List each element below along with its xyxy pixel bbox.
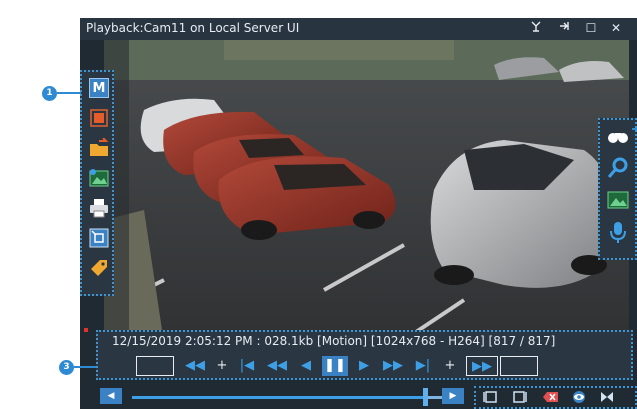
- search-icon[interactable]: [606, 156, 630, 180]
- close-icon[interactable]: ✕: [608, 20, 624, 36]
- fast-back-button[interactable]: ◀◀: [264, 356, 290, 376]
- seek-forward-button[interactable]: ▶: [442, 388, 464, 404]
- right-toolbar: [598, 118, 637, 260]
- screenshot-stage: Playback:Cam11 on Local Server UI ☐ ✕ ❚❚: [0, 0, 637, 409]
- forward-button[interactable]: ▶▶: [466, 356, 498, 376]
- playback-controls: 12/15/2019 2:05:12 PM : 028.1kb [Motion]…: [96, 330, 633, 380]
- callout-2-line: [632, 128, 637, 130]
- microphone-icon[interactable]: [606, 220, 630, 244]
- window-title: Playback:Cam11 on Local Server UI: [86, 21, 300, 35]
- eye-icon[interactable]: [570, 390, 588, 406]
- left-toolbar: M: [80, 70, 114, 296]
- seek-fill: [132, 396, 426, 399]
- speed-plus-button[interactable]: +: [214, 356, 230, 376]
- pin-icon[interactable]: [528, 20, 544, 36]
- seek-back-button[interactable]: ◀: [100, 388, 122, 404]
- seek-track[interactable]: [132, 396, 458, 399]
- motion-m-label: M: [92, 81, 106, 96]
- stop-record-icon[interactable]: [89, 108, 109, 128]
- expand-icon[interactable]: [598, 390, 616, 406]
- pause-button[interactable]: ❚❚: [322, 356, 348, 376]
- delete-icon[interactable]: [542, 390, 560, 406]
- image-icon[interactable]: [606, 188, 630, 212]
- callout-1: 1: [42, 86, 57, 101]
- title-bar: Playback:Cam11 on Local Server UI ☐ ✕ ❚❚: [80, 18, 637, 56]
- video-feed[interactable]: [104, 40, 629, 343]
- snapshot-image-icon[interactable]: [89, 168, 109, 188]
- record-indicator: [84, 328, 88, 332]
- maximize-icon[interactable]: ☐: [583, 20, 599, 36]
- fast-forward-button[interactable]: ▶▶: [380, 356, 406, 376]
- speed-up-box[interactable]: [500, 356, 538, 376]
- speed-down-box[interactable]: [136, 356, 174, 376]
- rewind-button[interactable]: ◀◀: [182, 356, 208, 376]
- binoculars-icon[interactable]: [606, 124, 630, 148]
- step-forward-button[interactable]: ▶: [354, 356, 374, 376]
- step-back-button[interactable]: ◀: [296, 356, 316, 376]
- export-folder-icon[interactable]: [89, 137, 109, 158]
- skip-start-button[interactable]: |◀: [236, 356, 258, 376]
- callout-3-line: [74, 366, 96, 368]
- bottom-right-toolbar: [474, 386, 637, 409]
- frame-right-icon[interactable]: [510, 390, 528, 406]
- undock-icon[interactable]: [556, 20, 572, 36]
- callout-1-line: [57, 92, 81, 94]
- bookmark-tag-icon[interactable]: [89, 258, 109, 278]
- speed-plus-button-2[interactable]: +: [442, 356, 458, 376]
- frame-left-icon[interactable]: [482, 390, 500, 406]
- status-info: 12/15/2019 2:05:12 PM : 028.1kb [Motion]…: [112, 334, 556, 348]
- skip-end-button[interactable]: ▶|: [412, 356, 434, 376]
- motion-m-icon[interactable]: M: [89, 78, 109, 98]
- seek-thumb[interactable]: [423, 388, 429, 406]
- print-icon[interactable]: [89, 198, 109, 218]
- callout-3: 3: [59, 360, 74, 375]
- fit-window-icon[interactable]: [89, 228, 109, 248]
